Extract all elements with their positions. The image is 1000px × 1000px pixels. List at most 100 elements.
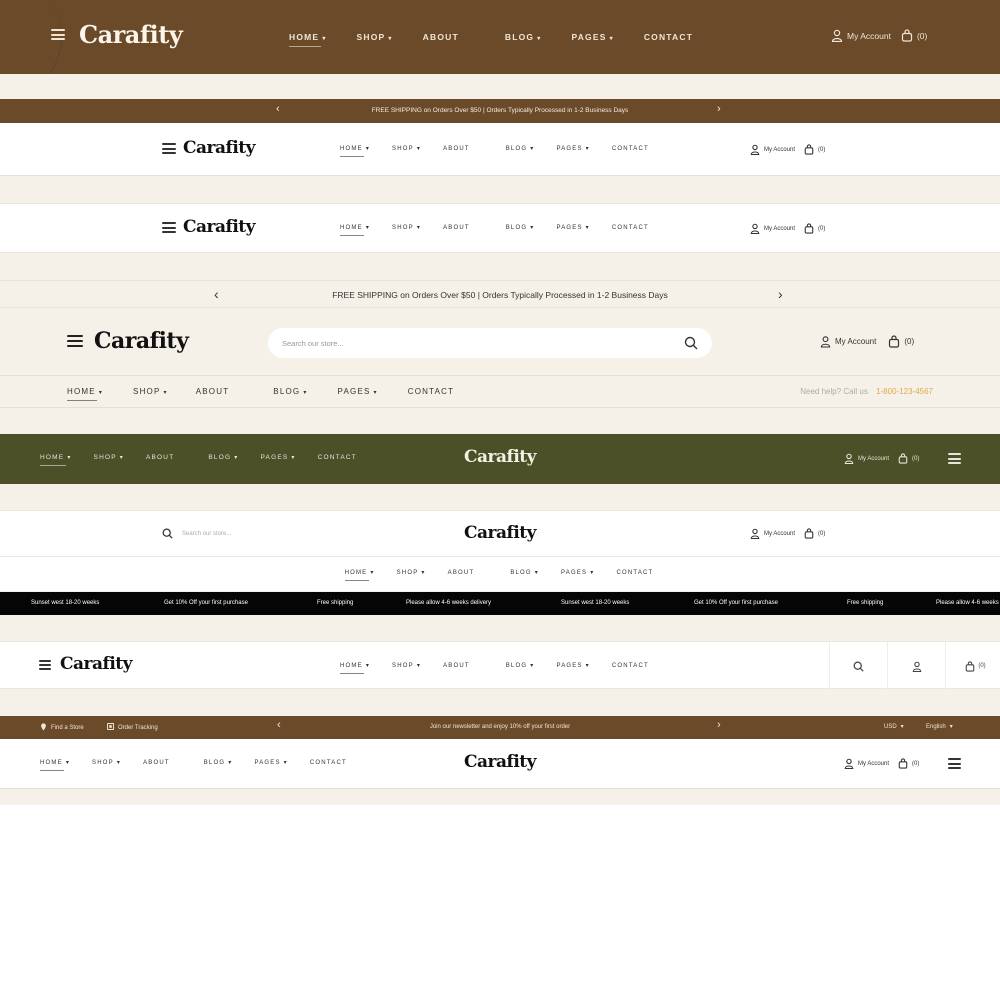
next-arrow-icon[interactable]: › <box>717 719 721 731</box>
logo[interactable]: Carafity <box>183 217 256 237</box>
nav-item-about[interactable]: About <box>448 570 475 576</box>
my-account-link[interactable]: My Account <box>835 337 876 346</box>
my-account-link[interactable]: My Account <box>764 147 795 153</box>
nav-item-shop[interactable]: Shop ▾ <box>392 145 421 152</box>
hamburger-menu-icon[interactable] <box>948 758 961 769</box>
my-account-link[interactable]: My Account <box>764 226 795 232</box>
nav-item-about[interactable]: About <box>443 663 470 669</box>
cart-bag-icon[interactable] <box>898 758 908 769</box>
nav-item-about[interactable]: About <box>443 146 470 152</box>
nav-item-pages[interactable]: Pages ▾ <box>561 569 594 576</box>
hamburger-menu-icon[interactable] <box>67 335 83 347</box>
logo[interactable]: Carafity <box>79 20 183 49</box>
language-selector[interactable]: English ▾ <box>926 723 953 730</box>
cart-button[interactable]: (0) <box>945 642 1000 690</box>
nav-item-home[interactable]: Home ▾ <box>340 224 371 236</box>
chevron-down-icon: ▾ <box>365 663 371 669</box>
nav-item-home[interactable]: Home ▾ <box>67 387 103 401</box>
help-phone-link[interactable]: 1-800-123-4567 <box>876 387 933 396</box>
user-icon[interactable] <box>831 29 843 42</box>
currency-selector[interactable]: USD ▾ <box>884 723 904 730</box>
cart-count[interactable]: (0) <box>912 761 919 767</box>
cart-count[interactable]: (0) <box>904 337 914 346</box>
nav-item-pages[interactable]: Pages ▾ <box>556 224 589 231</box>
nav-label: Contact <box>611 145 649 152</box>
hamburger-menu-icon[interactable] <box>162 143 176 154</box>
nav-item-contact[interactable]: Contact <box>612 225 649 231</box>
my-account-link[interactable]: My Account <box>764 531 795 537</box>
search-input[interactable]: Search our store... <box>282 339 344 348</box>
cart-bag-icon[interactable] <box>804 528 814 539</box>
nav-item-pages[interactable]: Pages ▾ <box>571 32 613 42</box>
chevron-down-icon: ▾ <box>530 225 535 231</box>
header-variants-showcase: Carafity Home ▾ Shop ▾ About Blog ▾ Pages ▾ … <box>0 0 1000 805</box>
nav-item-shop[interactable]: Shop ▾ <box>392 224 421 231</box>
logo[interactable]: Carafity <box>183 138 256 158</box>
nav-item-home[interactable]: Home ▾ <box>340 662 371 674</box>
user-icon[interactable] <box>820 335 831 348</box>
hamburger-menu-icon[interactable] <box>162 222 176 233</box>
hamburger-menu-icon[interactable] <box>39 660 51 670</box>
nav-item-about[interactable]: About <box>196 387 230 396</box>
cart-count[interactable]: (0) <box>818 147 825 153</box>
next-arrow-icon[interactable]: › <box>717 103 721 115</box>
nav-item-blog[interactable]: Blog ▾ <box>505 32 542 42</box>
search-bar[interactable]: Search our store... <box>268 328 712 358</box>
nav-item-home[interactable]: Home ▾ <box>340 145 370 157</box>
nav-item-blog[interactable]: Blog ▾ <box>273 387 307 396</box>
nav-item-pages[interactable]: Pages ▾ <box>556 145 589 152</box>
nav-item-contact[interactable]: Contact <box>616 570 653 576</box>
announcement-text: FREE SHIPPING on Orders Over $50 | Order… <box>371 107 629 114</box>
nav-item-shop[interactable]: Shop ▾ <box>357 32 393 42</box>
user-icon[interactable] <box>844 758 854 769</box>
nav-item-about[interactable]: About <box>423 32 459 42</box>
user-icon[interactable] <box>750 528 760 539</box>
user-icon[interactable] <box>750 223 760 234</box>
my-account-link[interactable]: My Account <box>847 31 891 41</box>
logo[interactable]: Carafity <box>60 654 133 674</box>
my-account-link[interactable]: My Account <box>858 761 889 767</box>
cart-count[interactable]: (0) <box>818 531 825 537</box>
cart-count[interactable]: (0) <box>818 226 825 232</box>
nav-item-contact[interactable]: Contact <box>408 387 454 396</box>
cart-count[interactable]: (0) <box>912 456 919 462</box>
cart-bag-icon[interactable] <box>898 453 908 464</box>
nav-item-contact[interactable]: Contact <box>644 32 693 42</box>
cart-bag-icon[interactable] <box>888 335 900 348</box>
nav-item-blog[interactable]: Blog ▾ <box>510 569 539 576</box>
hamburger-menu-icon[interactable] <box>51 29 65 40</box>
account-button[interactable] <box>887 642 945 690</box>
cart-count[interactable]: (0) <box>917 31 927 41</box>
hamburger-menu-icon[interactable] <box>948 453 961 464</box>
my-account-link[interactable]: My Account <box>858 456 889 462</box>
nav-item-blog[interactable]: Blog ▾ <box>506 145 535 152</box>
nav-label: Blog <box>510 570 532 576</box>
ticker-item: Free shipping <box>317 600 354 606</box>
logo[interactable]: Carafity <box>0 523 1000 543</box>
cart-bag-icon[interactable] <box>804 144 814 155</box>
nav-item-shop[interactable]: Shop ▾ <box>133 387 168 396</box>
nav-item-about[interactable]: About <box>443 225 470 231</box>
nav-item-home[interactable]: Home ▾ <box>344 569 375 581</box>
user-icon[interactable] <box>844 453 854 464</box>
chevron-down-icon: ▾ <box>537 36 542 42</box>
chevron-down-icon: ▾ <box>365 225 371 231</box>
nav-item-blog[interactable]: Blog ▾ <box>506 224 535 231</box>
main-nav: Home ▾ Shop ▾ About Blog ▾ Pages ▾ Contact <box>0 569 1000 581</box>
nav-item-contact[interactable]: Contact <box>612 663 649 669</box>
nav-item-home[interactable]: Home ▾ <box>289 32 327 47</box>
search-button[interactable] <box>829 642 887 690</box>
nav-item-blog[interactable]: Blog ▾ <box>506 662 535 669</box>
nav-item-shop[interactable]: Shop ▾ <box>392 662 421 669</box>
cart-bag-icon[interactable] <box>804 223 814 234</box>
user-icon[interactable] <box>750 144 760 155</box>
nav-item-contact[interactable]: Contact <box>612 146 649 152</box>
nav-item-pages[interactable]: Pages ▾ <box>556 662 589 669</box>
cart-bag-icon[interactable] <box>901 29 913 42</box>
logo[interactable]: Carafity <box>94 328 189 354</box>
next-arrow-icon[interactable]: › <box>778 286 783 302</box>
help-line: Need help? Call us 1-800-123-4567 <box>800 387 933 396</box>
nav-item-pages[interactable]: Pages ▾ <box>338 387 378 396</box>
nav-item-shop[interactable]: Shop ▾ <box>397 569 426 576</box>
search-icon[interactable] <box>684 336 698 350</box>
